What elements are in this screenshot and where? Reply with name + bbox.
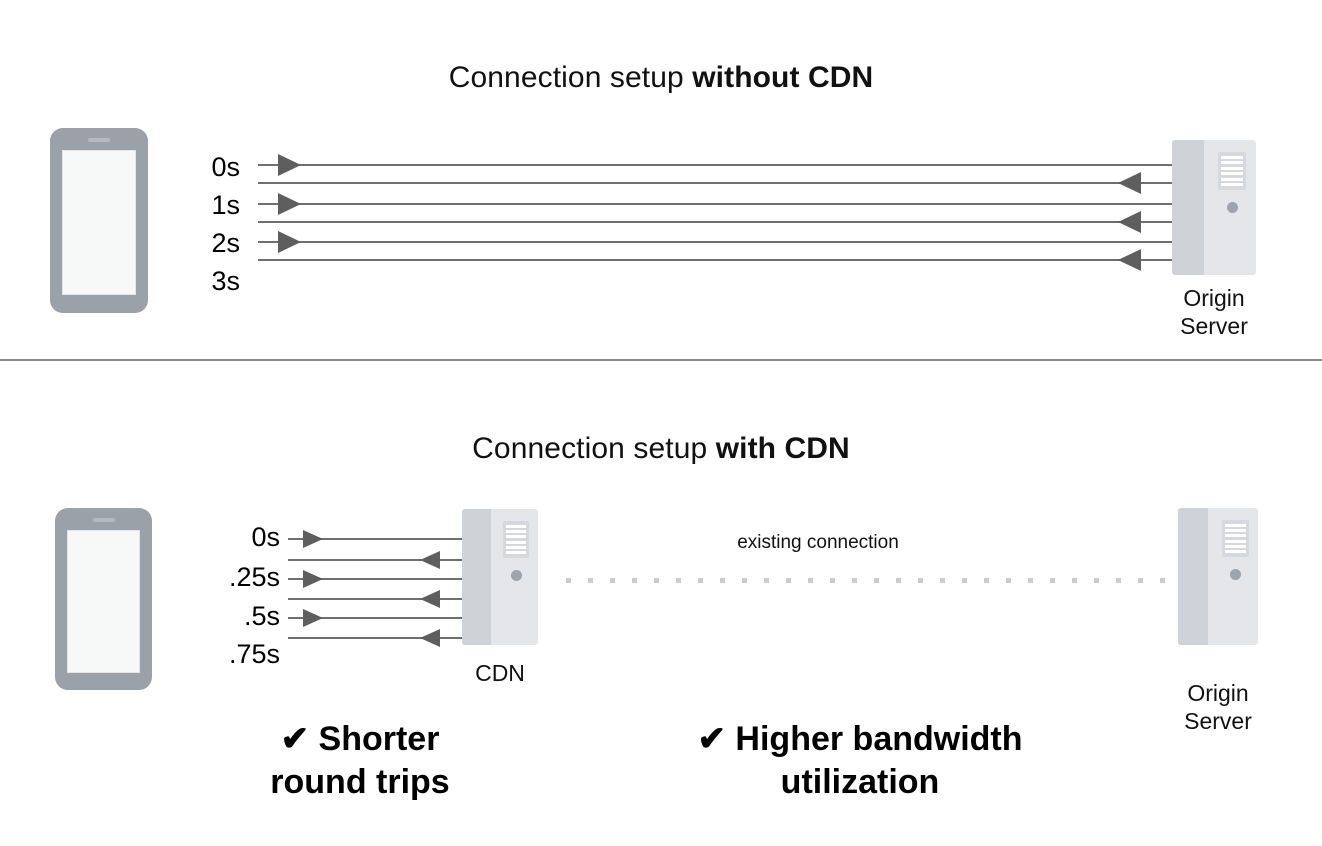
arrow-line-top-5 <box>258 241 1172 243</box>
benefit-higher-bandwidth-utilization: ✔ Higher bandwidth utilization <box>600 718 1120 804</box>
origin-server-top <box>1172 140 1256 275</box>
time-label-top-2: 2s <box>211 228 240 258</box>
origin-server-top-label: Origin Server <box>1180 285 1248 339</box>
server-status-dot-icon <box>1227 202 1238 213</box>
existing-connection-dotted-line <box>566 578 1172 583</box>
cdn-server-status-dot-icon <box>511 570 522 581</box>
server-grill-icon <box>1218 152 1246 190</box>
existing-connection-label: existing connection <box>737 532 899 553</box>
time-label-bottom-2: .5s <box>243 601 280 631</box>
check-icon-2: ✔ <box>697 720 726 758</box>
arrow-head-top-4-left-icon <box>1118 211 1141 233</box>
cdn-server-grill-icon <box>503 521 529 558</box>
arrow-head-bottom-1-right-icon <box>303 530 323 548</box>
phone-speaker-icon-bottom <box>93 518 115 522</box>
arrow-head-top-5-right-icon <box>278 231 301 253</box>
benefit-2-text: Higher bandwidth utilization <box>735 720 1023 801</box>
arrow-head-bottom-6-left-icon <box>420 629 440 647</box>
arrow-head-top-1-right-icon <box>278 154 301 176</box>
section-divider <box>0 359 1322 361</box>
arrow-head-bottom-5-right-icon <box>303 609 323 627</box>
arrow-head-bottom-2-left-icon <box>420 551 440 569</box>
phone-screen-top <box>62 150 136 295</box>
time-label-top-0: 0s <box>211 152 240 182</box>
phone-speaker-icon <box>88 138 110 142</box>
arrow-head-bottom-3-right-icon <box>303 570 323 588</box>
server-side-strip <box>1172 140 1204 275</box>
phone-bottom <box>55 508 152 690</box>
arrow-line-top-6 <box>258 259 1172 261</box>
cdn-server <box>462 509 538 645</box>
time-label-top-3: 3s <box>211 266 240 296</box>
origin-server-bottom-side-strip <box>1178 508 1209 645</box>
time-label-top-1: 1s <box>211 190 240 220</box>
phone-top <box>50 128 148 313</box>
title-without-cdn: Connection setup without CDN <box>0 63 1322 93</box>
diagram-canvas: Connection setup without CDN 0s 1s 2s 3s… <box>0 0 1322 846</box>
time-label-bottom-1: .25s <box>228 562 280 592</box>
check-icon-1: ✔ <box>280 720 310 758</box>
origin-server-bottom <box>1178 508 1258 645</box>
arrow-line-top-2 <box>258 182 1172 184</box>
title-without-cdn-strong: without CDN <box>692 61 874 94</box>
time-label-bottom-0: 0s <box>251 522 280 552</box>
arrow-line-top-4 <box>258 221 1172 223</box>
origin-server-bottom-grill-icon <box>1222 520 1249 557</box>
arrow-head-bottom-4-left-icon <box>420 590 440 608</box>
title-with-cdn: Connection setup with CDN <box>0 434 1322 464</box>
arrow-head-top-2-left-icon <box>1118 172 1141 194</box>
time-label-bottom-3: .75s <box>228 639 280 669</box>
cdn-server-label: CDN <box>475 660 525 686</box>
origin-server-bottom-label: Origin Server <box>1184 680 1252 734</box>
arrow-line-top-3 <box>258 203 1172 205</box>
arrow-line-top-1 <box>258 164 1172 166</box>
arrow-head-top-6-left-icon <box>1118 249 1141 271</box>
origin-server-bottom-status-dot-icon <box>1230 569 1241 580</box>
cdn-server-side-strip <box>462 509 491 645</box>
title-with-cdn-plain: Connection setup <box>472 432 716 465</box>
title-without-cdn-plain: Connection setup <box>448 61 693 94</box>
title-with-cdn-strong: with CDN <box>715 432 850 465</box>
arrow-head-top-3-right-icon <box>278 193 301 215</box>
phone-screen-bottom <box>67 530 140 673</box>
benefit-shorter-round-trips: ✔ Shorter round trips <box>200 718 520 804</box>
